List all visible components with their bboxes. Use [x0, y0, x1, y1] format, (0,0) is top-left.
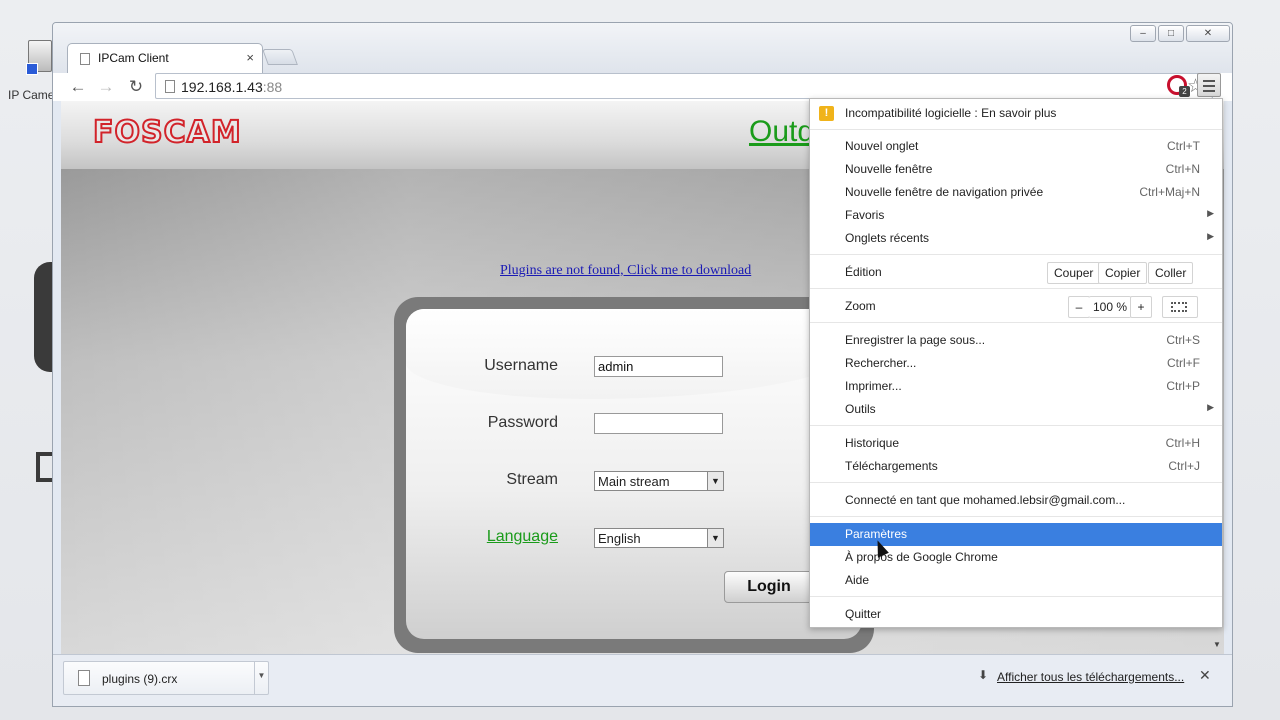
close-tab-icon[interactable]: × — [246, 50, 254, 65]
chevron-down-icon[interactable]: ▼ — [254, 662, 268, 694]
menu-item-history[interactable]: Historique Ctrl+H — [810, 432, 1222, 455]
copy-button[interactable]: Copier — [1098, 262, 1148, 284]
tab-ipcam-client[interactable]: IPCam Client × — [67, 43, 263, 73]
maximize-button[interactable]: □ — [1158, 25, 1184, 42]
menu-item-quit[interactable]: Quitter — [810, 603, 1222, 626]
menu-separator — [810, 425, 1222, 426]
url-text[interactable]: 192.168.1.43:88 — [181, 79, 282, 95]
menu-item-new-tab[interactable]: Nouvel onglet Ctrl+T — [810, 135, 1222, 158]
close-icon[interactable]: ✕ — [1199, 667, 1211, 684]
file-icon — [78, 670, 90, 686]
menu-item-incompatibility[interactable]: ! Incompatibilité logicielle : En savoir… — [810, 102, 1222, 125]
extension-badge: 2 — [1179, 86, 1190, 97]
fullscreen-icon — [1171, 302, 1187, 312]
menu-separator — [810, 288, 1222, 289]
header-link[interactable]: Outd — [749, 115, 814, 149]
submenu-arrow-icon: ▶ — [1207, 231, 1214, 241]
login-panel: Username admin Password Stream Main stre… — [394, 297, 874, 653]
menu-item-find[interactable]: Rechercher... Ctrl+F — [810, 352, 1222, 375]
page-icon — [165, 80, 175, 93]
cut-button[interactable]: Couper — [1047, 262, 1101, 284]
menu-item-print[interactable]: Imprimer... Ctrl+P — [810, 375, 1222, 398]
scroll-down-arrow-icon[interactable]: ▼ — [1213, 640, 1221, 649]
fullscreen-button[interactable] — [1162, 296, 1198, 318]
chrome-menu: ! Incompatibilité logicielle : En savoir… — [809, 98, 1223, 628]
menu-item-new-window[interactable]: Nouvelle fenêtre Ctrl+N — [810, 158, 1222, 181]
title-bar: – □ ✕ IPCam Client × — [53, 23, 1232, 73]
minimize-button[interactable]: – — [1130, 25, 1156, 42]
new-tab-button[interactable] — [262, 49, 298, 65]
menu-item-tools[interactable]: Outils ▶ — [810, 398, 1222, 421]
username-label: Username — [484, 357, 558, 374]
password-input[interactable] — [594, 413, 723, 434]
reload-icon[interactable]: ↻ — [125, 76, 147, 98]
page-icon — [80, 53, 90, 65]
menu-item-help[interactable]: Aide — [810, 569, 1222, 592]
submenu-arrow-icon: ▶ — [1207, 208, 1214, 218]
foscam-logo: FOSCAM — [92, 114, 242, 151]
stream-label: Stream — [506, 471, 558, 488]
back-arrow-icon[interactable]: ← — [67, 76, 89, 98]
language-select[interactable]: English ▼ — [594, 528, 724, 548]
password-label: Password — [487, 414, 558, 431]
menu-item-private-window[interactable]: Nouvelle fenêtre de navigation privée Ct… — [810, 181, 1222, 204]
zoom-level: 100 % — [1089, 296, 1131, 318]
menu-separator — [810, 129, 1222, 130]
menu-separator — [810, 482, 1222, 483]
zoom-in-button[interactable]: + — [1130, 296, 1152, 318]
tab-title: IPCam Client — [98, 51, 169, 65]
panel-gloss — [406, 309, 862, 399]
address-bar[interactable]: 192.168.1.43:88 ☆ — [155, 73, 1213, 99]
desktop-shortcut-label: IP Came — [8, 88, 55, 102]
chrome-menu-button[interactable] — [1197, 73, 1221, 97]
stream-select-value: Main stream — [598, 474, 670, 489]
download-arrow-icon: ⬇ — [978, 668, 989, 682]
app-icon — [26, 40, 52, 75]
zoom-out-button[interactable]: – — [1068, 296, 1090, 318]
menu-item-bookmarks[interactable]: Favoris ▶ — [810, 204, 1222, 227]
menu-item-downloads[interactable]: Téléchargements Ctrl+J — [810, 455, 1222, 478]
menu-item-about[interactable]: À propos de Google Chrome — [810, 546, 1222, 569]
paste-button[interactable]: Coller — [1148, 262, 1194, 284]
submenu-arrow-icon: ▶ — [1207, 402, 1214, 412]
menu-item-zoom: Zoom – 100 % + — [810, 295, 1222, 318]
chevron-down-icon: ▼ — [707, 529, 723, 547]
username-input[interactable]: admin — [594, 356, 723, 377]
forward-arrow-icon[interactable]: → — [95, 76, 117, 98]
close-window-button[interactable]: ✕ — [1186, 25, 1230, 42]
download-item[interactable]: plugins (9).crx ▼ — [63, 661, 269, 695]
login-form: Username admin Password Stream Main stre… — [406, 309, 862, 639]
window-controls: – □ ✕ — [1130, 25, 1230, 42]
chevron-down-icon: ▼ — [707, 472, 723, 490]
language-link[interactable]: Language — [458, 528, 558, 546]
stream-select[interactable]: Main stream ▼ — [594, 471, 724, 491]
plugin-download-link[interactable]: Plugins are not found, Click me to downl… — [500, 263, 751, 279]
menu-separator — [810, 596, 1222, 597]
login-button[interactable]: Login — [724, 571, 814, 603]
download-file-name: plugins (9).crx — [102, 672, 178, 686]
language-select-value: English — [598, 531, 641, 546]
menu-separator — [810, 254, 1222, 255]
show-all-downloads-link[interactable]: Afficher tous les téléchargements... — [997, 670, 1184, 684]
browser-toolbar: ← → ↻ 192.168.1.43:88 ☆ 2 — [53, 73, 1232, 101]
menu-separator — [810, 516, 1222, 517]
download-bar: plugins (9).crx ▼ ⬇ Afficher tous les té… — [53, 654, 1232, 706]
warning-icon: ! — [819, 106, 834, 121]
menu-item-signed-in[interactable]: Connecté en tant que mohamed.lebsir@gmai… — [810, 489, 1222, 512]
menu-item-save-page[interactable]: Enregistrer la page sous... Ctrl+S — [810, 329, 1222, 352]
menu-item-edit: Édition Couper Copier Coller — [810, 261, 1222, 284]
menu-item-recent-tabs[interactable]: Onglets récents ▶ — [810, 227, 1222, 250]
menu-separator — [810, 322, 1222, 323]
